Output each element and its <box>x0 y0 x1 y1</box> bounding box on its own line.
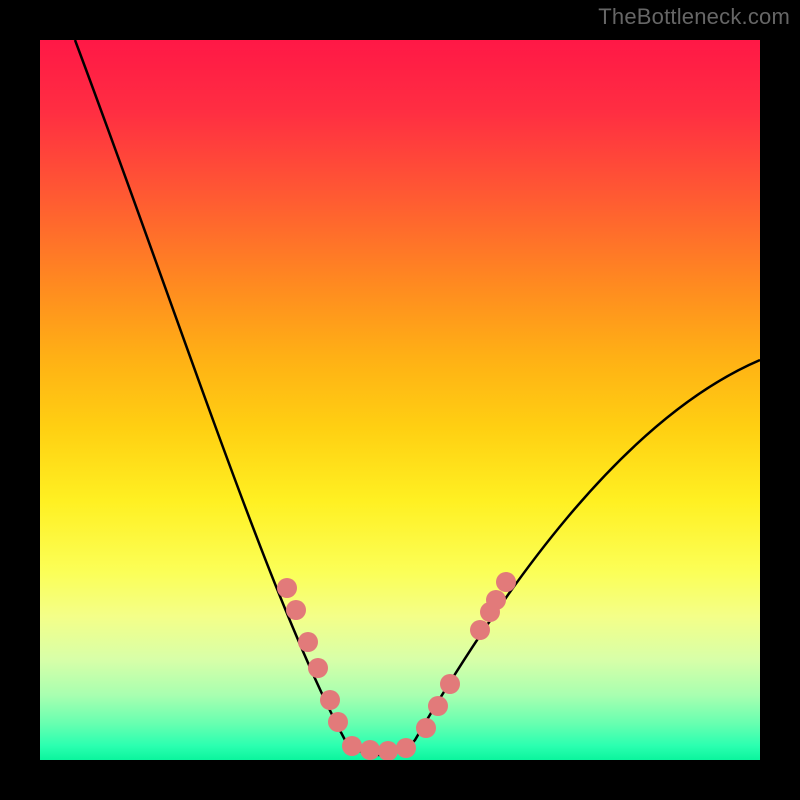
marker <box>496 572 516 592</box>
marker <box>486 590 506 610</box>
marker <box>396 738 416 758</box>
marker <box>277 578 297 598</box>
marker <box>298 632 318 652</box>
marker <box>342 736 362 756</box>
marker <box>470 620 490 640</box>
bottleneck-curve <box>75 40 760 755</box>
plot-area <box>40 40 760 760</box>
watermark-text: TheBottleneck.com <box>598 4 790 30</box>
marker <box>416 718 436 738</box>
marker <box>286 600 306 620</box>
chart-stage: TheBottleneck.com <box>0 0 800 800</box>
marker-group <box>277 572 516 760</box>
marker <box>320 690 340 710</box>
marker <box>428 696 448 716</box>
marker <box>440 674 460 694</box>
marker <box>378 741 398 760</box>
marker <box>360 740 380 760</box>
marker <box>328 712 348 732</box>
marker <box>308 658 328 678</box>
curve-svg <box>40 40 760 760</box>
